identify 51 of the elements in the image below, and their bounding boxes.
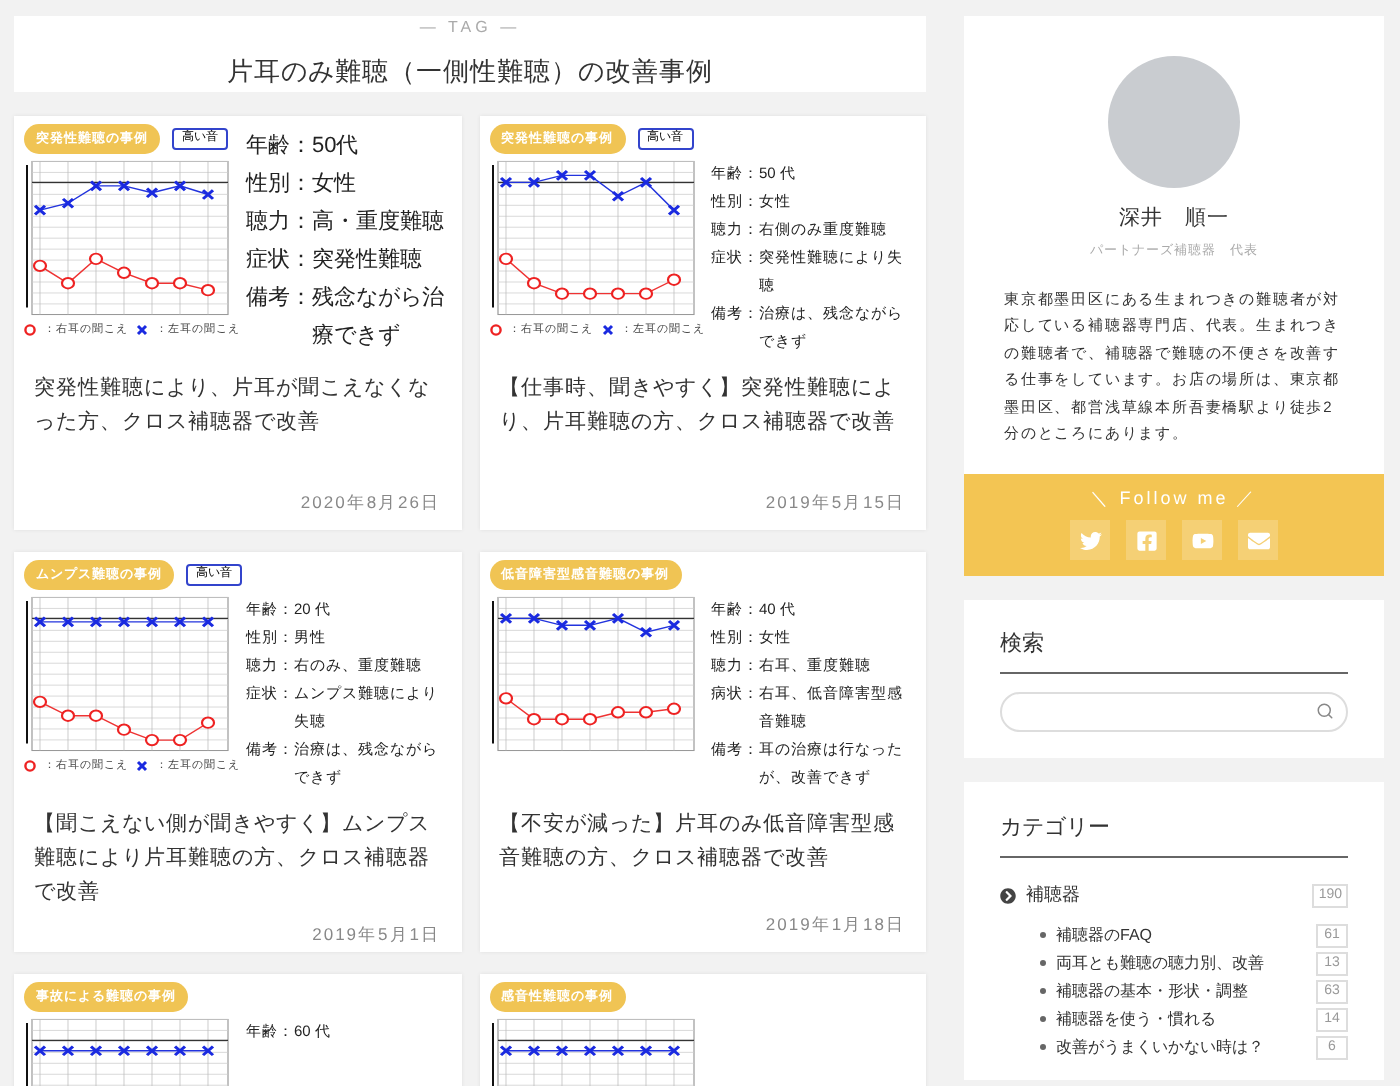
info-value: 高・重度難聴 [312, 207, 444, 237]
info-label: 年齢： [246, 131, 312, 161]
circle-mark-icon [489, 324, 501, 337]
category-heading: カテゴリー [1000, 811, 1348, 858]
post-date: 2019年1月18日 [763, 911, 908, 938]
tag-label: — TAG — [419, 16, 521, 40]
info-value: 女性 [312, 169, 356, 199]
page-title: 片耳のみ難聴（一側性難聴）の改善事例 [227, 54, 713, 90]
post-title[interactable]: 突発性難聴により、片耳が聞こえなくなった方、クロス補聴器で改善 [14, 371, 461, 439]
info-label: 備考： [246, 283, 312, 313]
post-title[interactable]: 【不安が減った】片耳のみ低音障害型感音難聴の方、クロス補聴器で改善 [479, 807, 926, 875]
bullet-icon [1040, 1016, 1046, 1022]
category-link[interactable]: 補聴器の基本・形状・調整 [1056, 979, 1248, 1003]
info-value: 残念ながら治療できず [312, 283, 446, 351]
category-link[interactable]: 補聴器 [1026, 882, 1080, 909]
cross-mark-icon [136, 324, 148, 337]
cross-mark-icon [136, 760, 148, 773]
circle-mark-icon [24, 324, 36, 337]
bullet-icon [1040, 1044, 1046, 1050]
social-button[interactable] [1238, 520, 1278, 560]
post-date: 2020年8月26日 [298, 489, 443, 516]
social-button[interactable] [1070, 520, 1110, 560]
play-icon [1191, 529, 1213, 551]
category-link[interactable]: 改善がうまくいかない時は？ [1056, 1035, 1264, 1059]
info-value: 50代 [312, 131, 359, 161]
bullet-icon [1040, 988, 1046, 994]
twitter-bird-icon [1079, 529, 1101, 551]
post-date: 2019年5月15日 [763, 489, 908, 516]
category-link[interactable]: 補聴器を使う・慣れる [1056, 1007, 1216, 1031]
author-name: 深井 順一 [1119, 204, 1229, 234]
category-link[interactable]: 両耳とも難聴の聴力別、改善 [1056, 951, 1264, 975]
category-link[interactable]: 補聴器のFAQ [1056, 923, 1153, 947]
info-label: 聴力： [246, 207, 312, 237]
bullet-icon [1040, 932, 1046, 938]
search-heading: 検索 [1000, 628, 1348, 673]
post-title[interactable]: 【仕事時、聞きやすく】突発性難聴により、片耳難聴の方、クロス補聴器で改善 [479, 371, 926, 439]
follow-label: ＼ Follow me ／ [1090, 485, 1258, 511]
search-field[interactable] [1000, 691, 1348, 731]
info-value: 突発性難聴 [312, 245, 422, 275]
info-label: 性別： [246, 169, 312, 199]
cross-mark-icon [601, 324, 613, 337]
mail-icon [1247, 529, 1269, 551]
info-label: 症状： [246, 245, 312, 275]
circle-mark-icon [24, 760, 36, 773]
facebook-icon [1135, 529, 1157, 551]
social-button[interactable] [1182, 520, 1222, 560]
bullet-icon [1040, 960, 1046, 966]
post-title[interactable]: 【聞こえない側が聞きやすく】ムンプス難聴により片耳難聴の方、クロス補聴器で改善 [14, 807, 461, 909]
search-icon [1316, 702, 1334, 720]
social-button[interactable] [1126, 520, 1166, 560]
post-date: 2019年5月1日 [310, 921, 443, 947]
